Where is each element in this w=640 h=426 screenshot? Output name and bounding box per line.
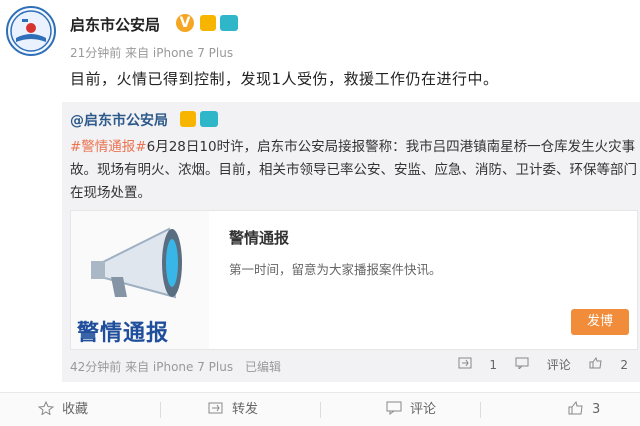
- repost-like-button[interactable]: 2: [589, 356, 628, 372]
- camera-icon[interactable]: [200, 111, 218, 127]
- medal-icon[interactable]: [200, 15, 216, 31]
- like-button[interactable]: 3: [568, 401, 600, 419]
- repost-author[interactable]: @启东市公安局: [70, 110, 168, 130]
- megaphone-icon: [91, 227, 182, 299]
- repost-count: 1: [489, 358, 498, 372]
- forward-icon: [208, 402, 223, 414]
- topic-card[interactable]: 警情通报 警情通报 第一时间，留意为大家播报案件快讯。 发博: [70, 210, 638, 350]
- repost-box: @启东市公安局 #警情通报#6月28日10时许，启东市公安局接报警称：我市吕四港…: [62, 102, 640, 382]
- verified-icon: V: [176, 14, 194, 32]
- medal-icon[interactable]: [180, 111, 196, 127]
- camera-icon[interactable]: [220, 15, 238, 31]
- divider: [320, 402, 321, 418]
- favorite-button[interactable]: 收藏: [38, 401, 88, 419]
- police-logo-icon: [10, 10, 52, 52]
- repost-comment-button[interactable]: 评论: [515, 357, 575, 372]
- post-text: 目前，火情已得到控制，发现1人受伤，救援工作仍在进行中。: [70, 70, 499, 88]
- forward-label: 转发: [232, 402, 259, 417]
- avatar[interactable]: [6, 6, 56, 56]
- repost-comment-label: 评论: [546, 358, 571, 372]
- hashtag-link[interactable]: #警情通报#: [70, 139, 147, 155]
- thumbs-up-icon: [589, 356, 602, 369]
- card-image: 警情通报: [71, 211, 209, 349]
- star-icon: [38, 401, 54, 415]
- comment-icon: [386, 401, 402, 415]
- thumbs-up-icon: [568, 401, 583, 415]
- repost-time-source[interactable]: 42分钟前 来自 iPhone 7 Plus: [70, 360, 233, 374]
- comment-label: 评论: [410, 402, 437, 417]
- favorite-label: 收藏: [62, 402, 89, 417]
- comment-button[interactable]: 评论: [386, 401, 436, 419]
- card-title[interactable]: 警情通报: [229, 227, 289, 248]
- post-meta: 21分钟前 来自 iPhone 7 Plus: [70, 46, 234, 60]
- divider: [160, 402, 161, 418]
- card-subtitle: 第一时间，留意为大家播报案件快讯。: [229, 262, 442, 277]
- author-name[interactable]: 启东市公安局: [70, 14, 160, 35]
- forward-button[interactable]: 转发: [208, 401, 258, 419]
- repost-text: #警情通报#6月28日10时许，启东市公安局接报警称：我市吕四港镇南星桥一仓库发…: [70, 136, 638, 205]
- card-image-label: 警情通报: [77, 321, 170, 346]
- forward-icon: [458, 357, 472, 369]
- edited-label: 已编辑: [244, 360, 281, 374]
- repost-like-count: 2: [620, 358, 628, 372]
- post-button[interactable]: 发博: [571, 309, 629, 335]
- repost-actions: 1 评论 2: [444, 356, 628, 373]
- action-toolbar: 收藏 转发 评论 3: [0, 392, 640, 426]
- repost-count-button[interactable]: 1: [458, 357, 501, 372]
- repost-meta: 42分钟前 来自 iPhone 7 Plus 已编辑: [70, 358, 281, 375]
- divider: [480, 402, 481, 418]
- repost-body: 6月28日10时许，启东市公安局接报警称：我市吕四港镇南星桥一仓库发生火灾事故。…: [70, 139, 637, 201]
- comment-icon: [515, 357, 529, 371]
- like-count: 3: [592, 402, 601, 417]
- original-post: 启东市公安局 V 21分钟前 来自 iPhone 7 Plus 目前，火情已得到…: [0, 0, 640, 100]
